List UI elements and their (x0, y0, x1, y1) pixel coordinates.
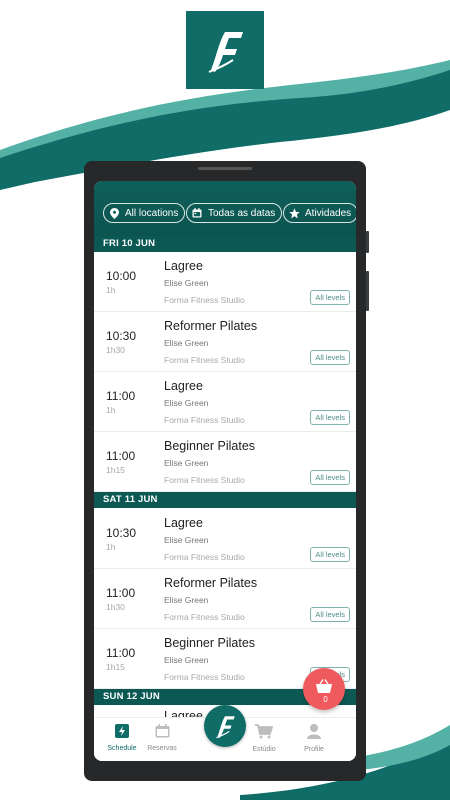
logo-f-icon (208, 32, 243, 73)
person-icon (307, 724, 321, 743)
phone-side-button (366, 231, 369, 253)
class-trainer: Elise Green (164, 655, 209, 665)
class-name: Lagree (164, 516, 203, 530)
class-studio: Forma Fitness Studio (164, 415, 245, 425)
cart-count-badge: 0 (319, 693, 332, 706)
filter-date-label: Todas as datas (208, 207, 276, 219)
nav-estudio-label: Estúdio (252, 746, 276, 753)
class-duration: 1h (106, 542, 116, 552)
filter-date-chip[interactable]: Todas as datas (186, 203, 283, 223)
class-row[interactable]: 10:30 1h Lagree Elise Green Forma Fitnes… (94, 509, 356, 569)
class-duration: 1h15 (106, 662, 125, 672)
class-time: 10:30 (106, 329, 137, 343)
day-header: SAT 11 JUN (94, 492, 356, 508)
class-trainer: Elise Green (164, 278, 209, 288)
phone-speaker (198, 167, 252, 170)
class-row[interactable]: 11:00 1h Lagree Elise Green Forma Fitnes… (94, 372, 356, 432)
class-studio: Forma Fitness Studio (164, 355, 245, 365)
nav-home-logo-button[interactable] (204, 705, 246, 747)
level-badge: All levels (310, 547, 350, 562)
day-header: FRI 10 JUN (94, 236, 356, 252)
nav-schedule-label: Schedule (107, 745, 137, 752)
class-time: 11:00 (106, 449, 136, 463)
phone-frame: All locations Todas as datas Atividades … (84, 161, 369, 781)
class-studio: Forma Fitness Studio (164, 552, 245, 562)
app-screen: All locations Todas as datas Atividades … (94, 181, 356, 761)
filter-activity-chip[interactable]: Atividades (283, 203, 356, 223)
cart-icon (255, 724, 274, 743)
level-badge: All levels (310, 470, 350, 485)
class-name: Lagree (164, 259, 203, 273)
class-name: Beginner Pilates (164, 636, 256, 650)
class-studio: Forma Fitness Studio (164, 295, 245, 305)
class-duration: 1h (106, 285, 116, 295)
class-trainer: Elise Green (164, 595, 209, 605)
class-name: Reformer Pilates (164, 576, 258, 590)
class-row[interactable]: 10:00 1h Lagree Elise Green Forma Fitnes… (94, 252, 356, 312)
logo-icon (216, 716, 235, 739)
class-time: 11:00 (106, 586, 136, 600)
class-trainer: Elise Green (164, 338, 209, 348)
nav-estudio[interactable]: Estúdio (244, 724, 284, 753)
class-name: Lagree (164, 379, 203, 393)
phone-side-button (366, 271, 369, 311)
class-name: Reformer Pilates (164, 319, 258, 333)
class-duration: 1h30 (106, 602, 125, 612)
cart-button[interactable]: 0 (303, 668, 345, 710)
class-studio: Forma Fitness Studio (164, 612, 245, 622)
level-badge: All levels (310, 350, 350, 365)
class-duration: 1h30 (106, 345, 125, 355)
class-name: Beginner Pilates (164, 439, 256, 453)
filter-location-label: All locations (125, 207, 179, 219)
level-badge: All levels (310, 410, 350, 425)
class-row[interactable]: 11:00 1h15 Beginner Pilates Elise Green … (94, 432, 356, 492)
lightning-icon (115, 724, 129, 742)
filter-location-chip[interactable]: All locations (103, 203, 186, 223)
class-trainer: Elise Green (164, 398, 209, 408)
level-badge: All levels (310, 607, 350, 622)
nav-reservas-label: Reservas (147, 745, 177, 752)
level-badge: All levels (310, 290, 350, 305)
class-time: 11:00 (106, 389, 136, 403)
calendar-icon (155, 724, 170, 742)
calendar-icon (191, 207, 203, 219)
class-time: 10:30 (106, 526, 137, 540)
nav-schedule[interactable]: Schedule (102, 724, 142, 752)
class-trainer: Elise Green (164, 535, 209, 545)
class-time: 10:00 (106, 269, 137, 283)
location-pin-icon (108, 207, 120, 219)
class-duration: 1h (106, 405, 116, 415)
class-time: 11:00 (106, 646, 136, 660)
class-studio: Forma Fitness Studio (164, 672, 245, 682)
nav-profile-label: Profile (304, 746, 324, 753)
class-row[interactable]: 10:30 1h30 Reformer Pilates Elise Green … (94, 312, 356, 372)
class-trainer: Elise Green (164, 458, 209, 468)
class-studio: Forma Fitness Studio (164, 475, 245, 485)
filter-activity-label: Atividades (305, 207, 352, 219)
star-icon (288, 207, 300, 219)
class-row[interactable]: 11:00 1h30 Reformer Pilates Elise Green … (94, 569, 356, 629)
nav-profile[interactable]: Profile (294, 724, 334, 753)
class-duration: 1h15 (106, 465, 125, 475)
app-logo (186, 11, 264, 89)
nav-reservas[interactable]: Reservas (142, 724, 182, 752)
